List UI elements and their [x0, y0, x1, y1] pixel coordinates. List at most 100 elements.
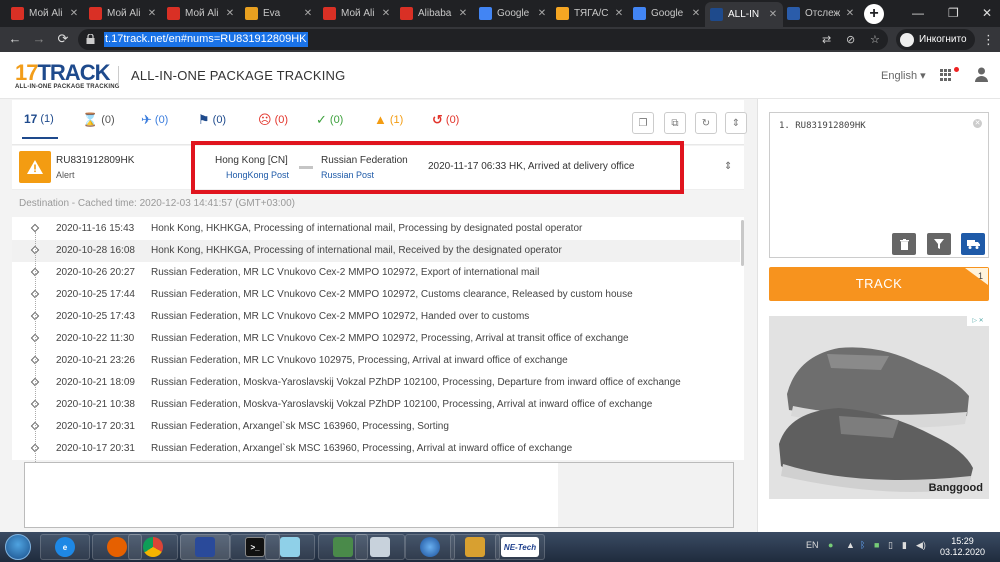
eye-off-icon[interactable]: ⊘: [846, 33, 855, 46]
tracking-input-value[interactable]: 1. RU831912809HK: [779, 121, 866, 131]
tab-close-icon[interactable]: ✕: [381, 8, 391, 19]
tab-close-icon[interactable]: ✕: [768, 9, 778, 20]
forward-icon[interactable]: →: [30, 31, 48, 46]
chevron-down-icon: ▾: [920, 70, 926, 82]
user-icon[interactable]: [975, 67, 988, 82]
tab-close-icon[interactable]: ✕: [225, 8, 235, 19]
filter-tab[interactable]: ☹ (0): [258, 112, 288, 128]
scrollbar[interactable]: [741, 220, 744, 266]
clear-icon[interactable]: ✕: [973, 119, 982, 128]
lock-icon: [86, 34, 95, 44]
browser-tab[interactable]: Мой Ali ✕: [6, 3, 84, 24]
plane-icon: ✈: [141, 112, 152, 127]
reload-icon[interactable]: ⟳: [54, 31, 72, 47]
delete-button[interactable]: [892, 233, 916, 255]
browser-tab[interactable]: Google ✕: [628, 3, 706, 24]
expand-icon[interactable]: ⇕: [724, 161, 732, 172]
browser-tab[interactable]: Мой Ali ✕: [318, 3, 396, 24]
filter-tab[interactable]: ▲ (1): [374, 112, 403, 127]
browser-tab[interactable]: Eva ✕: [240, 3, 318, 24]
browser-tab[interactable]: ТЯГА/С ✕: [551, 3, 629, 24]
tab-close-icon[interactable]: ✕: [845, 8, 855, 19]
back-icon[interactable]: ←: [6, 31, 24, 46]
tab-close-icon[interactable]: ✕: [614, 8, 624, 19]
maximize-icon[interactable]: ❐: [948, 6, 959, 20]
taskbar-clock[interactable]: 15:29 03.12.2020: [940, 536, 985, 558]
site-header: 17TRACK ALL-IN-ONE PACKAGE TRACKING ALL-…: [0, 52, 1000, 99]
adchoices-icon[interactable]: ▷ ✕: [967, 316, 989, 326]
tab-close-icon[interactable]: ✕: [458, 8, 468, 19]
filter-tab[interactable]: ⚑ (0): [198, 112, 226, 128]
tray-up-icon[interactable]: ▲: [846, 540, 855, 550]
event-description: Russian Federation, MR LC Vnukovo Сех-2 …: [151, 289, 633, 300]
filter-button[interactable]: [927, 233, 951, 255]
tray-monitor-icon[interactable]: ■: [874, 540, 879, 550]
copy-all-button[interactable]: ⧉: [664, 112, 686, 134]
tracking-number-input[interactable]: 1. RU831912809HK ✕: [769, 112, 989, 258]
taskbar-globe[interactable]: [405, 534, 455, 560]
filter-tab[interactable]: ✓ (0): [316, 112, 343, 128]
advertisement[interactable]: ▷ ✕ Banggood: [769, 316, 989, 499]
browser-tab[interactable]: Мой Ali ✕: [162, 3, 240, 24]
tab-title: Мой Ali: [185, 8, 219, 19]
address-bar[interactable]: t.17track.net/en#nums=RU831912809HK ⇄ ⊘ …: [78, 29, 888, 50]
translate-icon[interactable]: ⇄: [822, 33, 831, 46]
filter-tab[interactable]: ↺ (0): [432, 112, 459, 128]
tab-close-icon[interactable]: ✕: [147, 8, 157, 19]
taskbar-save[interactable]: [180, 534, 230, 560]
monitor-icon: [333, 537, 353, 557]
refresh-button[interactable]: ↻: [695, 112, 717, 134]
filter-tab[interactable]: 17 (1): [22, 112, 58, 139]
track-button[interactable]: TRACK: [769, 267, 989, 301]
minimize-icon[interactable]: —: [912, 6, 924, 20]
tray-app-icon[interactable]: ●: [828, 540, 833, 550]
tab-close-icon[interactable]: ✕: [691, 8, 701, 19]
event-row: 2020-10-17 20:31 Russian Federation, Arxa…: [12, 416, 740, 438]
eva-icon: [245, 7, 258, 20]
browser-tab[interactable]: ALL-IN ✕: [705, 2, 783, 27]
browser-menu-icon[interactable]: ⋮: [982, 32, 995, 48]
taskbar-app[interactable]: [265, 534, 315, 560]
timeline-dot: [30, 223, 40, 233]
new-tab-button[interactable]: +: [864, 4, 884, 24]
network-icon[interactable]: ▮: [902, 540, 907, 551]
url-text[interactable]: t.17track.net/en#nums=RU831912809HK: [104, 32, 308, 47]
apps-grid-icon[interactable]: [940, 69, 952, 81]
language-selector[interactable]: English ▾: [881, 69, 926, 82]
filter-count: (0): [154, 114, 169, 126]
tab-close-icon[interactable]: ✕: [69, 8, 79, 19]
browser-tab[interactable]: Google ✕: [474, 3, 552, 24]
event-description: Honk Kong, HKHKGA, Processing of interna…: [151, 245, 562, 256]
browser-tab[interactable]: Мой Ali ✕: [84, 3, 162, 24]
google-translate-icon: [633, 7, 646, 20]
carrier-select-button[interactable]: [961, 233, 985, 255]
logo[interactable]: 17TRACK ALL-IN-ONE PACKAGE TRACKING: [15, 62, 120, 91]
incognito-indicator[interactable]: Инкогнито: [896, 29, 975, 50]
volume-icon[interactable]: ◀): [916, 540, 926, 551]
tray-device-icon[interactable]: ▯: [888, 540, 893, 551]
gmail-icon: [167, 7, 180, 20]
bookmark-star-icon[interactable]: ☆: [870, 33, 880, 46]
start-button[interactable]: [5, 534, 31, 560]
filter-tab[interactable]: ⌛ (0): [82, 112, 115, 128]
collapse-button[interactable]: ⇕: [725, 112, 747, 134]
language-indicator[interactable]: EN: [806, 540, 819, 550]
browser-tab[interactable]: Отслеж ✕: [782, 3, 860, 24]
browser-tab[interactable]: Alibaba ✕: [395, 3, 473, 24]
taskbar-ie[interactable]: e: [40, 534, 90, 560]
tab-close-icon[interactable]: ✕: [537, 8, 547, 19]
tracking-number[interactable]: RU831912809HK: [56, 155, 134, 166]
close-window-icon[interactable]: ✕: [982, 6, 992, 20]
event-row: 2020-11-16 15:43 Honk Kong, HKHKGA, Proce…: [12, 218, 740, 240]
taskbar-chrome[interactable]: [128, 534, 178, 560]
copy-button[interactable]: ❐: [632, 112, 654, 134]
taskbar-netech[interactable]: NE-Tech: [495, 534, 545, 560]
event-row: 2020-10-25 17:44 Russian Federation, MR L…: [12, 284, 740, 306]
tab-close-icon[interactable]: ✕: [303, 8, 313, 19]
timeline-line: [35, 232, 36, 462]
bluetooth-icon[interactable]: ᛒ: [860, 540, 865, 550]
taskbar-eye[interactable]: [450, 534, 500, 560]
filter-tab[interactable]: ✈ (0): [141, 112, 168, 128]
taskbar-scanner[interactable]: [355, 534, 405, 560]
event-description: Honk Kong, HKHKGA, Processing of interna…: [151, 223, 583, 234]
